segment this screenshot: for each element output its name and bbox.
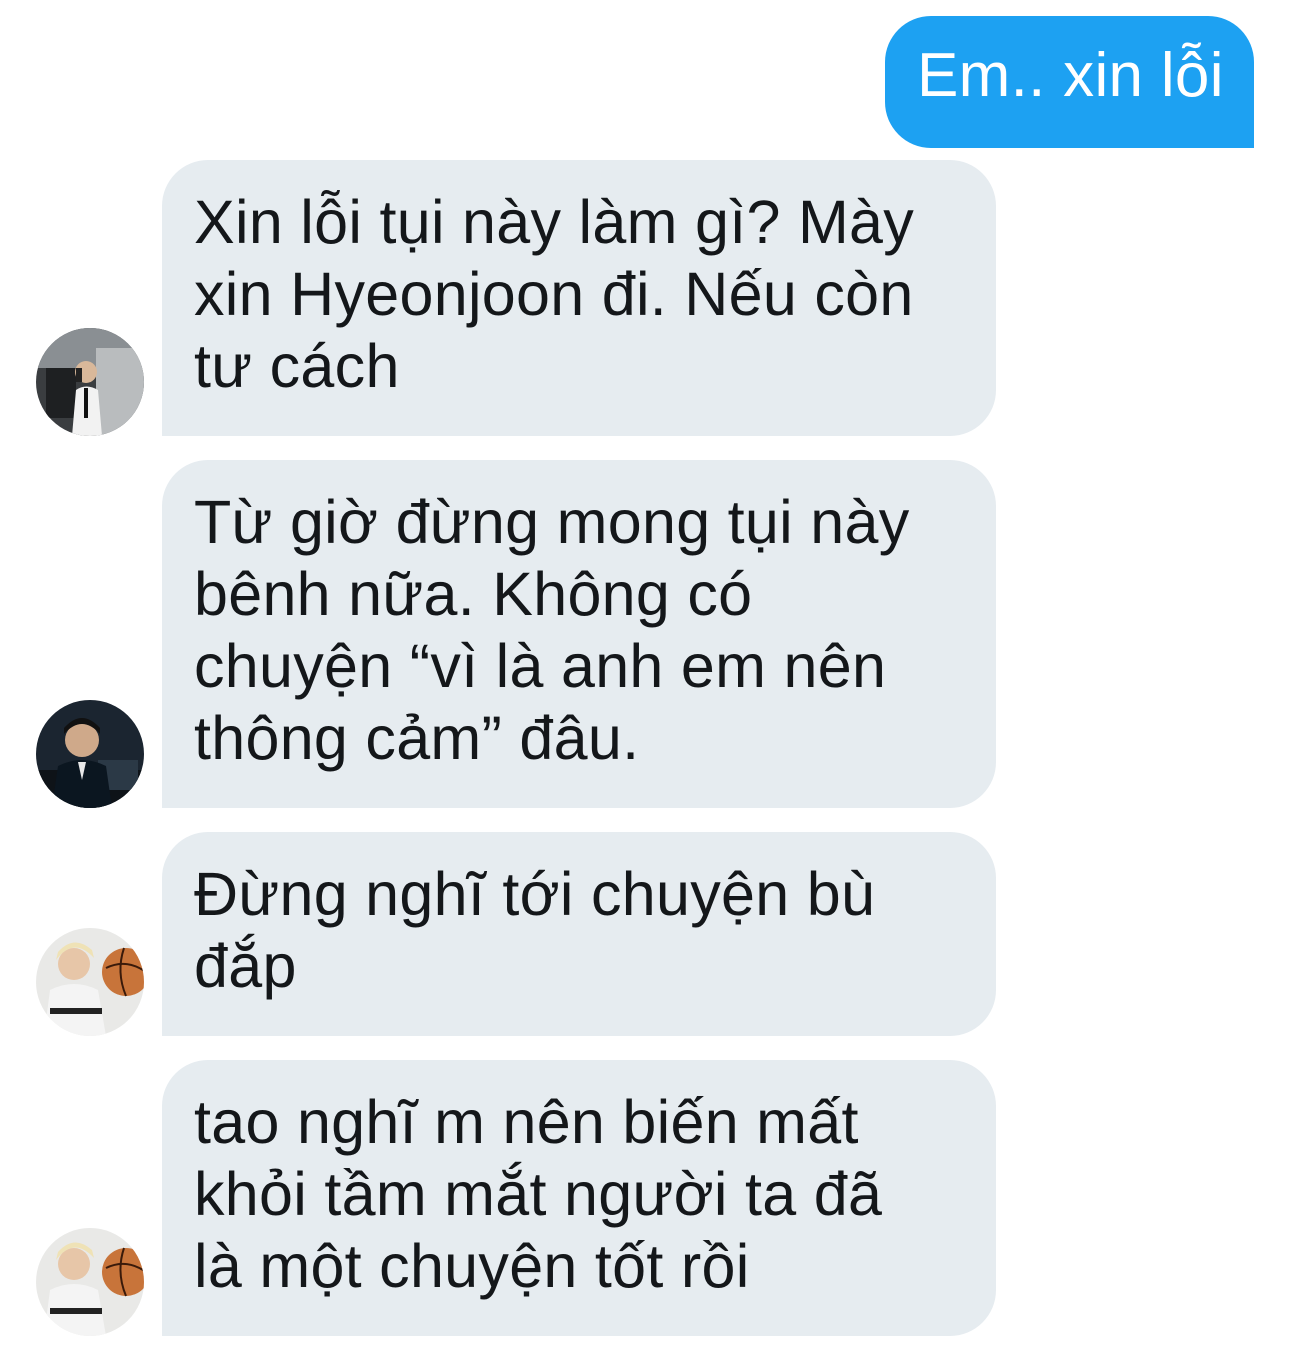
message-line: khỏi tầm mắt người ta đã [194,1160,883,1228]
sender-avatar[interactable] [36,1228,144,1336]
message-line: bênh nữa. Không có [194,560,753,628]
message-line: Đừng nghĩ tới chuyện bù [194,860,876,928]
received-message-bubble[interactable]: Đừng nghĩ tới chuyện bù đắp [162,832,996,1036]
message-line: là một chuyện tốt rồi [194,1232,750,1300]
sender-avatar[interactable] [36,928,144,1036]
sent-message-bubble[interactable]: Em.. xin lỗi [885,16,1254,148]
message-line: tao nghĩ m nên biến mất [194,1088,859,1156]
avatar-photo-icon [36,328,144,436]
message-line: Từ giờ đừng mong tụi này [194,488,910,556]
message-line: đắp [194,932,297,1000]
sender-avatar[interactable] [36,700,144,808]
received-message-bubble[interactable]: Xin lỗi tụi này làm gì? Mày xin Hyeonjoo… [162,160,996,436]
message-line: xin Hyeonjoon đi. Nếu còn [194,260,914,328]
avatar-photo-icon [36,700,144,808]
received-message-bubble[interactable]: Từ giờ đừng mong tụi này bênh nữa. Không… [162,460,996,808]
sender-avatar[interactable] [36,328,144,436]
avatar-photo-icon [36,928,144,1036]
sent-message-text: Em.. xin lỗi [917,41,1224,110]
avatar-photo-icon [36,1228,144,1336]
received-message-bubble[interactable]: tao nghĩ m nên biến mất khỏi tầm mắt ngư… [162,1060,996,1336]
message-line: Xin lỗi tụi này làm gì? Mày [194,188,915,256]
message-line: chuyện “vì là anh em nên [194,632,887,700]
message-line: thông cảm” đâu. [194,704,640,772]
message-line: tư cách [194,332,400,400]
